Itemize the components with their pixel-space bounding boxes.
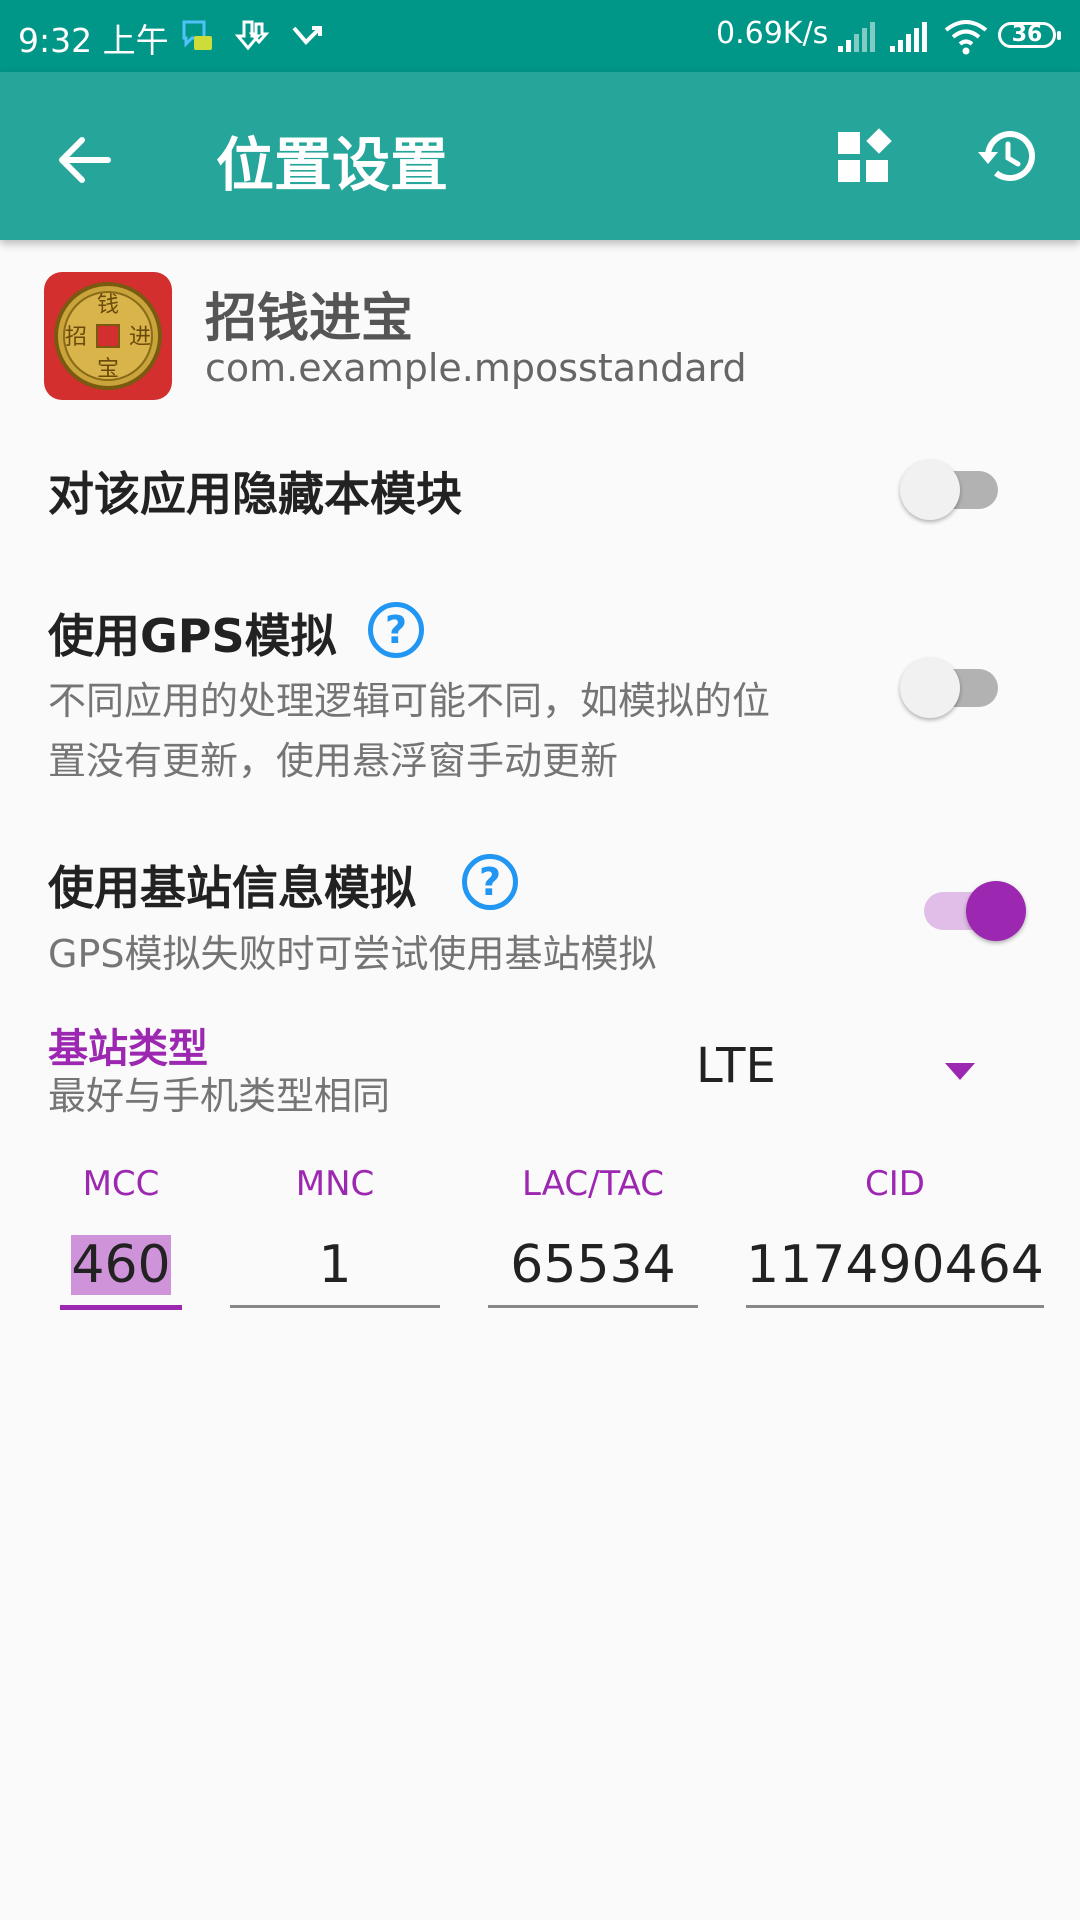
wifi-icon: [944, 20, 988, 55]
cid-label: CID: [865, 1164, 925, 1204]
cell-mock-desc: GPS模拟失败时可尝试使用基站模拟: [48, 932, 657, 976]
mnc-input[interactable]: 1: [230, 1225, 440, 1308]
download-icon: [234, 20, 270, 51]
cid-input[interactable]: 117490464: [746, 1225, 1044, 1308]
status-time: 9:32 上午: [18, 21, 169, 60]
hide-module-title: 对该应用隐藏本模块: [48, 467, 462, 521]
gps-mock-desc-line2: 置没有更新，使用悬浮窗手动更新: [48, 739, 619, 783]
history-icon[interactable]: [974, 124, 1038, 188]
battery-icon: 36: [998, 22, 1061, 48]
gps-help-icon[interactable]: ?: [368, 602, 424, 658]
lac-input[interactable]: 65534: [488, 1225, 698, 1308]
mcc-label: MCC: [82, 1164, 160, 1204]
app-bar: 位置设置: [0, 72, 1080, 240]
cell-mock-title: 使用基站信息模拟: [48, 861, 416, 915]
cell-mock-switch[interactable]: [914, 875, 1026, 941]
signal-icon: [890, 22, 927, 52]
missed-call-icon: [292, 26, 322, 45]
dropdown-arrow-icon: [945, 1063, 975, 1080]
cell-help-icon[interactable]: ?: [462, 854, 518, 910]
gps-mock-title: 使用GPS模拟: [48, 609, 337, 663]
coin-glyph-top: 钱: [97, 293, 119, 318]
mnc-label: MNC: [295, 1164, 375, 1204]
messaging-icon: [182, 20, 212, 50]
coin-icon: 钱 进 宝 招: [54, 282, 162, 390]
back-arrow-icon[interactable]: [52, 128, 116, 192]
status-bar: 9:32 上午 0.69K/s 36: [0, 0, 1080, 72]
signal-icon: [838, 22, 875, 52]
app-icon: 钱 进 宝 招: [44, 272, 172, 400]
mcc-value: 460: [71, 1235, 171, 1295]
page-title: 位置设置: [216, 131, 449, 199]
gps-mock-switch[interactable]: [900, 652, 1000, 718]
switch-thumb: [966, 881, 1026, 941]
app-name: 招钱进宝: [205, 289, 414, 349]
cell-type-hint: 最好与手机类型相同: [48, 1074, 391, 1118]
coin-glyph-right: 进: [129, 325, 151, 350]
mcc-input[interactable]: 460: [60, 1225, 182, 1310]
hide-module-switch[interactable]: [900, 454, 1000, 520]
coin-glyph-bottom: 宝: [97, 357, 119, 382]
coin-glyph-left: 招: [65, 325, 87, 350]
network-speed: 0.69K/s: [716, 16, 829, 51]
switch-thumb: [900, 658, 960, 718]
widgets-icon[interactable]: [832, 124, 896, 188]
app-package: com.example.mposstandard: [205, 346, 747, 390]
lac-label: LAC/TAC: [521, 1164, 665, 1204]
gps-mock-desc-line1: 不同应用的处理逻辑可能不同，如模拟的位: [48, 679, 771, 723]
cell-type-value: LTE: [696, 1038, 776, 1094]
switch-thumb: [900, 460, 960, 520]
